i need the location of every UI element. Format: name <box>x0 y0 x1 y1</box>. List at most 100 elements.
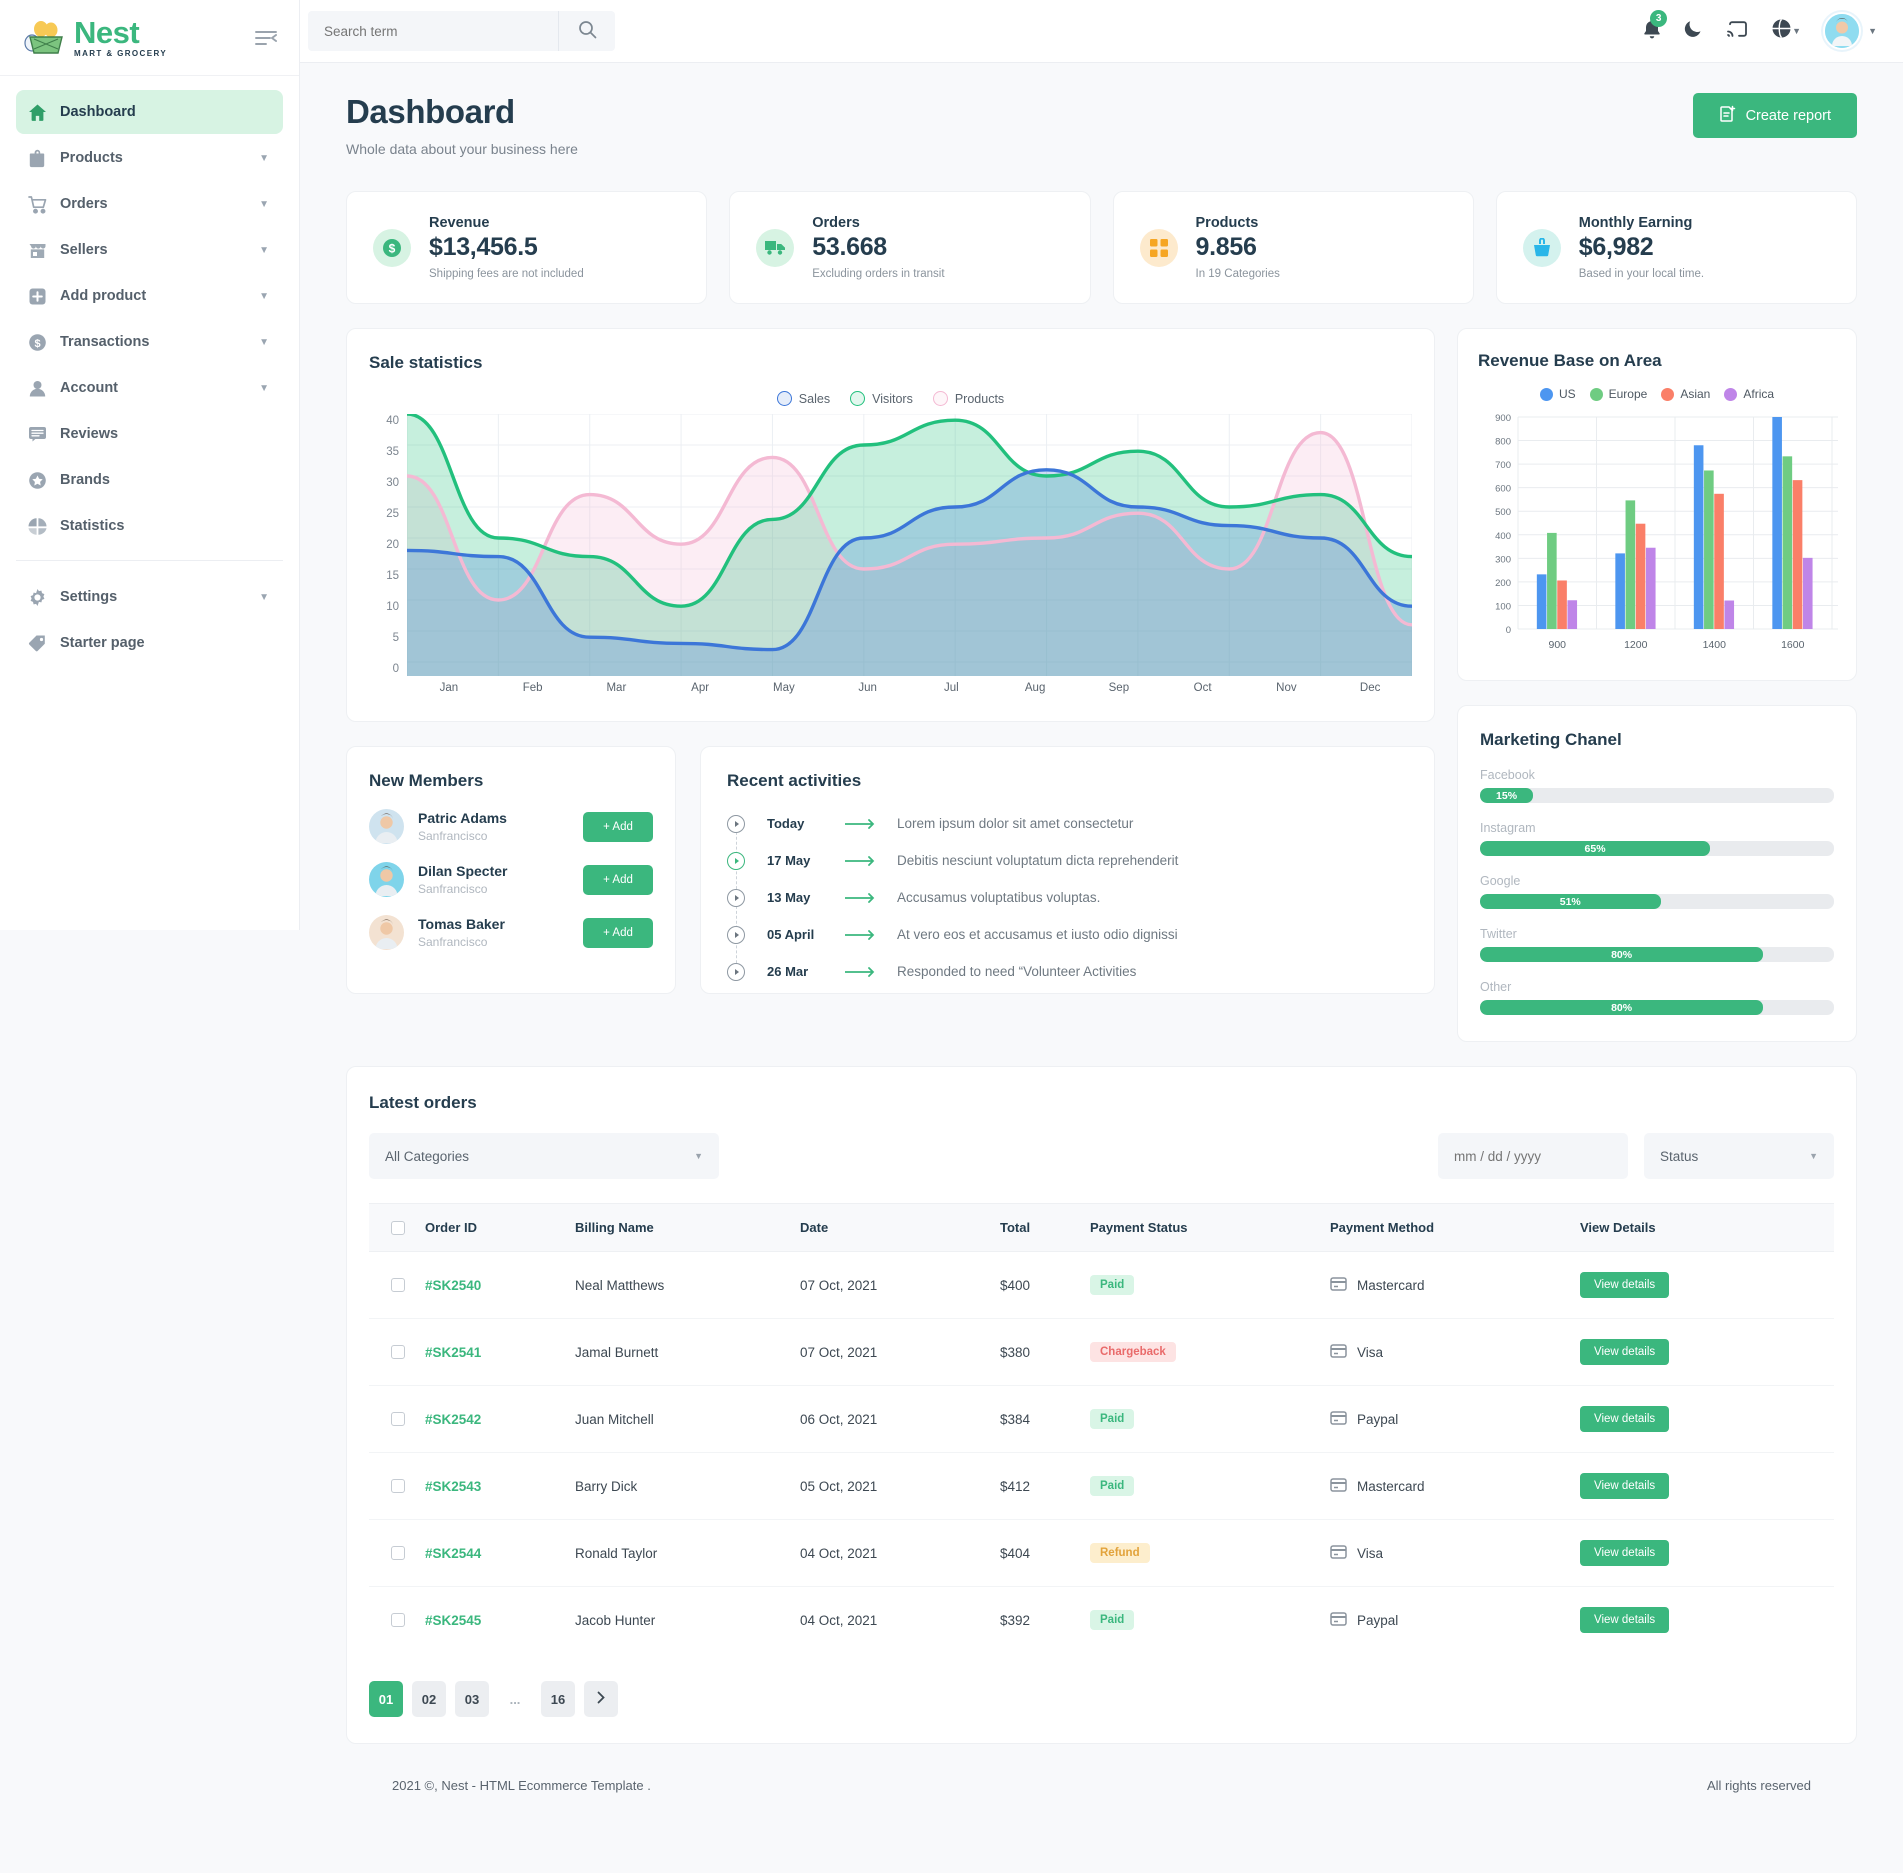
bar-legend-us[interactable]: US <box>1540 387 1576 401</box>
column-header: Total <box>1000 1204 1090 1252</box>
legend-item-visitors[interactable]: Visitors <box>850 391 913 406</box>
order-id-link[interactable]: #SK2541 <box>425 1345 481 1360</box>
payment-method-cell: Mastercard <box>1330 1252 1580 1319</box>
order-date: 04 Oct, 2021 <box>800 1587 1000 1654</box>
order-id-link[interactable]: #SK2544 <box>425 1546 481 1561</box>
member-avatar <box>369 809 404 844</box>
pagination-page-03[interactable]: 03 <box>455 1681 489 1717</box>
sidebar-item-add-product[interactable]: Add product▼ <box>16 274 283 318</box>
sidebar-item-reviews[interactable]: Reviews <box>16 412 283 456</box>
add-member-button[interactable]: + Add <box>583 918 653 948</box>
sidebar-item-orders[interactable]: Orders▼ <box>16 182 283 226</box>
sidebar-item-sellers[interactable]: Sellers▼ <box>16 228 283 272</box>
x-tick: Jul <box>910 682 994 694</box>
card-icon <box>1330 1545 1347 1562</box>
cast-button[interactable] <box>1727 19 1749 44</box>
sidebar-item-dashboard[interactable]: Dashboard <box>16 90 283 134</box>
row-checkbox[interactable] <box>391 1613 405 1627</box>
brand-name: Nest <box>74 17 167 48</box>
row-checkbox[interactable] <box>391 1278 405 1292</box>
status-badge: Refund <box>1090 1543 1150 1563</box>
arrow-right-icon <box>845 930 897 940</box>
view-details-button[interactable]: View details <box>1580 1473 1669 1499</box>
marketing-label: Facebook <box>1480 768 1834 782</box>
search-input[interactable] <box>308 11 558 51</box>
view-details-button[interactable]: View details <box>1580 1339 1669 1365</box>
row-checkbox[interactable] <box>391 1479 405 1493</box>
view-details-button[interactable]: View details <box>1580 1607 1669 1633</box>
y-tick: 0 <box>393 663 399 675</box>
order-id-link[interactable]: #SK2545 <box>425 1613 481 1628</box>
arrow-right-icon <box>845 967 897 977</box>
row-select-cell <box>369 1587 425 1654</box>
svg-text:$: $ <box>34 337 40 349</box>
pagination-next-button[interactable] <box>584 1681 618 1717</box>
chevron-down-icon: ▼ <box>1792 26 1801 36</box>
view-details-button[interactable]: View details <box>1580 1272 1669 1298</box>
bar-legend-europe[interactable]: Europe <box>1590 387 1648 401</box>
language-button[interactable]: ▼ <box>1771 18 1801 44</box>
stat-label: Monthly Earning <box>1579 215 1704 231</box>
pagination-page-02[interactable]: 02 <box>412 1681 446 1717</box>
legend-item-sales[interactable]: Sales <box>777 391 830 406</box>
sidebar-item-settings[interactable]: Settings▼ <box>16 575 283 619</box>
create-report-button[interactable]: Create report <box>1693 93 1857 138</box>
activity-date: 17 May <box>767 853 845 868</box>
tag-icon <box>28 634 60 653</box>
view-details-button[interactable]: View details <box>1580 1540 1669 1566</box>
stat-value: $6,982 <box>1579 233 1704 262</box>
user-menu[interactable]: ▼ <box>1823 12 1877 50</box>
play-circle-icon <box>727 852 745 870</box>
view-details-button[interactable]: View details <box>1580 1406 1669 1432</box>
status-select[interactable]: Status ▼ <box>1644 1133 1834 1179</box>
pagination-page-01[interactable]: 01 <box>369 1681 403 1717</box>
sidebar-item-label: Account <box>60 380 259 396</box>
sidebar-item-brands[interactable]: Brands <box>16 458 283 502</box>
sidebar-item-label: Orders <box>60 196 259 212</box>
payment-method: Visa <box>1357 1546 1383 1561</box>
member-name: Patric Adams <box>418 810 507 826</box>
sidebar-item-account[interactable]: Account▼ <box>16 366 283 410</box>
orders-table-body: #SK2540Neal Matthews07 Oct, 2021$400Paid… <box>369 1252 1834 1654</box>
pagination-page-16[interactable]: 16 <box>541 1681 575 1717</box>
dollar-circle-icon: $ <box>373 229 411 267</box>
revenue-bar-chart: 0100200300400500600700800900900120014001… <box>1478 411 1836 666</box>
select-all-checkbox[interactable] <box>391 1221 405 1235</box>
sidebar-item-transactions[interactable]: $Transactions▼ <box>16 320 283 364</box>
category-select[interactable]: All Categories ▼ <box>369 1133 719 1179</box>
notifications-button[interactable]: 3 <box>1642 18 1662 45</box>
add-member-button[interactable]: + Add <box>583 865 653 895</box>
search-button[interactable] <box>558 11 615 51</box>
order-id-link[interactable]: #SK2542 <box>425 1412 481 1427</box>
billing-name: Juan Mitchell <box>575 1386 800 1453</box>
sidebar-item-statistics[interactable]: Statistics <box>16 504 283 548</box>
sidebar-item-starter-page[interactable]: Starter page <box>16 621 283 665</box>
member-avatar <box>369 915 404 950</box>
order-total: $404 <box>1000 1520 1090 1587</box>
payment-method-cell: Paypal <box>1330 1587 1580 1654</box>
column-header: View Details <box>1580 1204 1834 1252</box>
bar-legend-asian[interactable]: Asian <box>1661 387 1710 401</box>
marketing-row-facebook: Facebook15% <box>1480 768 1834 803</box>
bar-legend-africa[interactable]: Africa <box>1724 387 1774 401</box>
date-filter-input[interactable] <box>1438 1133 1628 1179</box>
y-tick: 20 <box>386 539 399 551</box>
order-id-link[interactable]: #SK2540 <box>425 1278 481 1293</box>
row-checkbox[interactable] <box>391 1345 405 1359</box>
row-select-cell <box>369 1319 425 1386</box>
add-member-button[interactable]: + Add <box>583 812 653 842</box>
column-header: Payment Method <box>1330 1204 1580 1252</box>
sale-chart: 4035302520151050 JanFebMarAprMayJunJulAu… <box>369 414 1412 706</box>
brand-logo[interactable]: Nest MART & GROCERY <box>24 17 167 58</box>
sidebar-item-products[interactable]: Products▼ <box>16 136 283 180</box>
order-id-link[interactable]: #SK2543 <box>425 1479 481 1494</box>
row-checkbox[interactable] <box>391 1412 405 1426</box>
dark-mode-button[interactable] <box>1684 18 1705 44</box>
x-tick: Jun <box>826 682 910 694</box>
marketing-label: Other <box>1480 980 1834 994</box>
member-city: Sanfrancisco <box>418 882 507 896</box>
row-checkbox[interactable] <box>391 1546 405 1560</box>
home-icon <box>28 103 60 122</box>
sidebar-collapse-icon[interactable] <box>255 30 277 46</box>
legend-item-products[interactable]: Products <box>933 391 1004 406</box>
